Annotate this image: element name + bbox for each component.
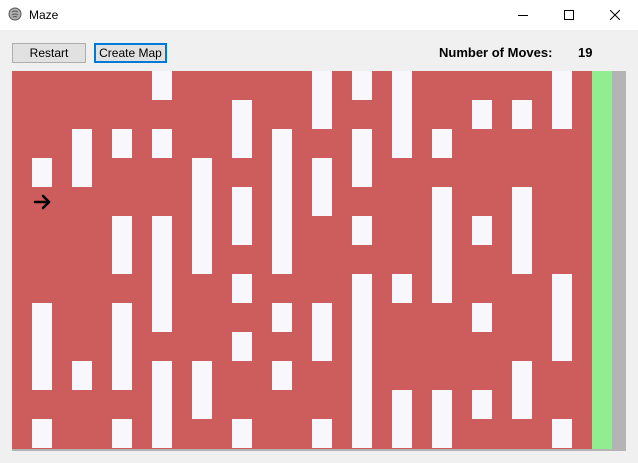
moves-label: Number of Moves: bbox=[439, 45, 553, 60]
create-map-button[interactable]: Create Map bbox=[94, 43, 167, 63]
maze-wall bbox=[392, 390, 412, 448]
goal-zone bbox=[592, 71, 612, 449]
maze-wall bbox=[152, 129, 172, 158]
maximize-icon bbox=[564, 10, 574, 20]
maze-floor bbox=[12, 71, 592, 449]
maze-wall bbox=[312, 71, 332, 129]
title-bar: Maze bbox=[0, 0, 638, 30]
maze-wall bbox=[192, 158, 212, 274]
close-button[interactable] bbox=[592, 0, 638, 30]
maze-wall bbox=[392, 71, 412, 158]
maze-wall bbox=[32, 158, 52, 187]
maze-wall bbox=[552, 419, 572, 448]
maze-wall bbox=[512, 187, 532, 274]
maze-border-bottom bbox=[12, 449, 612, 451]
maze-wall bbox=[432, 187, 452, 303]
restart-button[interactable]: Restart bbox=[12, 43, 86, 63]
maze-wall bbox=[552, 71, 572, 129]
minimize-button[interactable] bbox=[500, 0, 546, 30]
maze-wall bbox=[232, 419, 252, 448]
maze-wall bbox=[152, 216, 172, 332]
maze-wall bbox=[352, 274, 372, 448]
maze-canvas[interactable] bbox=[12, 71, 626, 451]
maze-wall bbox=[152, 361, 172, 448]
maze-wall bbox=[312, 419, 332, 448]
maze-wall bbox=[312, 303, 332, 361]
maze-wall bbox=[312, 158, 332, 216]
maze-wall bbox=[112, 419, 132, 448]
maze-wall bbox=[352, 71, 372, 100]
maze-board[interactable] bbox=[12, 71, 626, 451]
maze-wall bbox=[112, 129, 132, 158]
maze-wall bbox=[112, 216, 132, 274]
maze-border-right bbox=[612, 71, 626, 451]
maximize-button[interactable] bbox=[546, 0, 592, 30]
maze-wall bbox=[272, 129, 292, 274]
maze-wall bbox=[232, 274, 252, 303]
maze-wall bbox=[232, 332, 252, 361]
maze-wall bbox=[432, 390, 452, 448]
maze-wall bbox=[472, 100, 492, 129]
maze-wall bbox=[472, 390, 492, 419]
maze-wall bbox=[272, 361, 292, 390]
maze-wall bbox=[552, 274, 572, 361]
maze-wall bbox=[272, 303, 292, 332]
window-title: Maze bbox=[29, 8, 59, 22]
maze-wall bbox=[192, 361, 212, 419]
moves-counter: 19 bbox=[578, 45, 593, 60]
maze-wall bbox=[152, 71, 172, 100]
close-icon bbox=[610, 10, 620, 20]
maze-wall bbox=[432, 129, 452, 158]
brain-icon bbox=[8, 7, 22, 21]
maze-wall bbox=[32, 419, 52, 448]
maze-wall bbox=[512, 361, 532, 419]
maze-wall bbox=[72, 129, 92, 187]
minimize-icon bbox=[518, 10, 528, 20]
maze-wall bbox=[472, 216, 492, 245]
maze-wall bbox=[352, 216, 372, 245]
maze-wall bbox=[232, 187, 252, 245]
maze-wall bbox=[32, 303, 52, 390]
maze-wall bbox=[72, 361, 92, 390]
maze-wall bbox=[392, 274, 412, 303]
maze-wall bbox=[512, 100, 532, 129]
maze-wall bbox=[112, 303, 132, 390]
maze-wall bbox=[472, 303, 492, 332]
maze-wall bbox=[232, 100, 252, 158]
maze-wall bbox=[352, 129, 372, 187]
